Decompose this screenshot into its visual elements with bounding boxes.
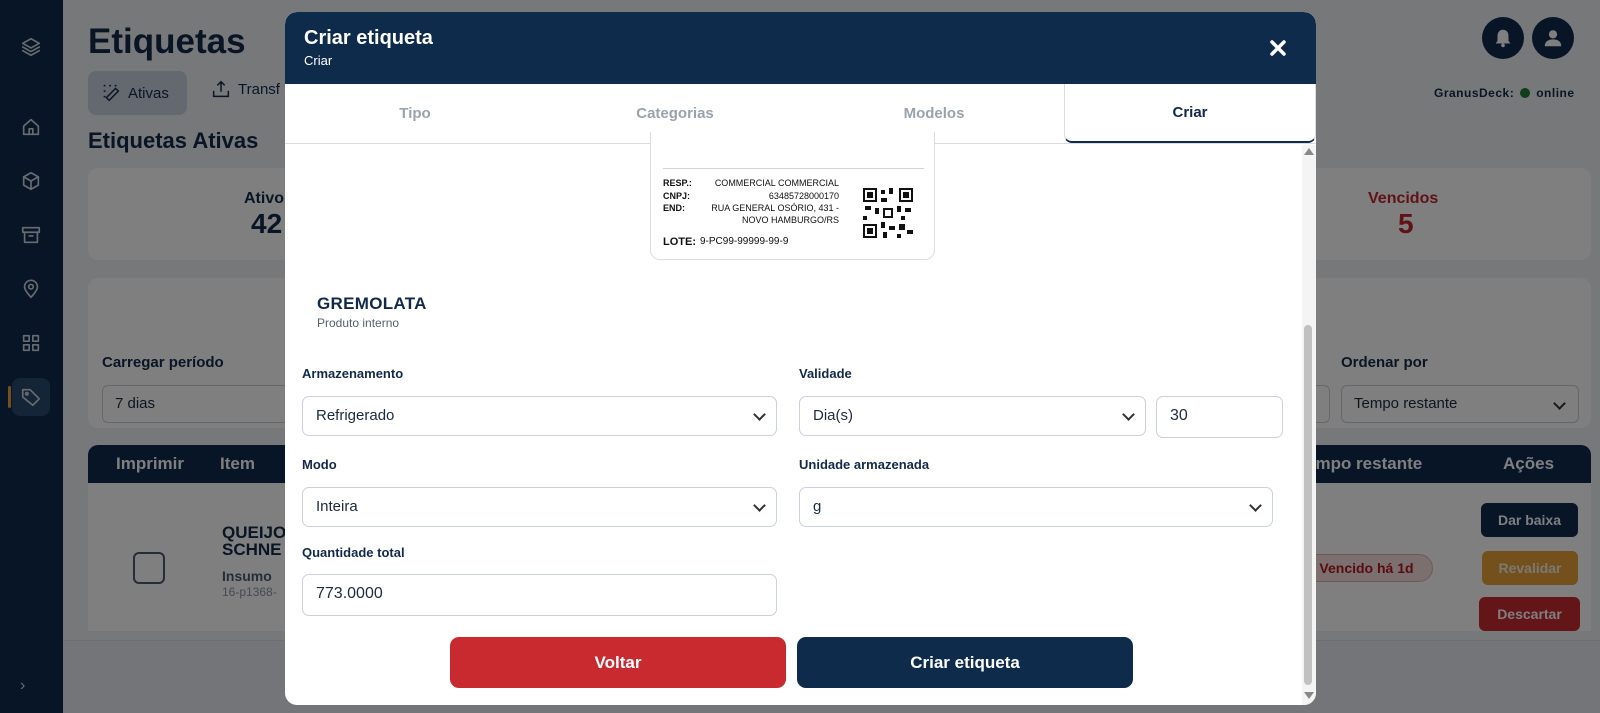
create-label-modal: Criar etiqueta Criar Tipo Categorias Mod… [285, 12, 1316, 705]
close-icon [1270, 40, 1286, 56]
validade-unit-select[interactable]: Dia(s) [799, 396, 1146, 436]
close-button[interactable] [1265, 35, 1291, 61]
voltar-button[interactable]: Voltar [450, 637, 786, 688]
qr-code-icon [863, 188, 913, 238]
unidade-select[interactable]: g [799, 487, 1273, 527]
armazenamento-label: Armazenamento [302, 366, 404, 381]
resp-key: RESP.: [663, 178, 692, 188]
divider [663, 168, 924, 169]
end-value-2: NOVO HAMBURGO/RS [741, 215, 839, 225]
cnpj-value: 63485728000170 [768, 191, 839, 201]
quantidade-input[interactable]: 773.0000 [302, 574, 777, 616]
scroll-up-arrow-icon[interactable] [1304, 148, 1314, 155]
end-key: END: [663, 203, 685, 213]
modo-select[interactable]: Inteira [302, 487, 777, 527]
quantidade-label: Quantidade total [302, 545, 405, 560]
resp-value: COMMERCIAL COMMERCIAL [714, 178, 839, 188]
modal-header: Criar etiqueta Criar [285, 12, 1316, 84]
unidade-label: Unidade armazenada [799, 457, 930, 472]
criar-etiqueta-button[interactable]: Criar etiqueta [797, 637, 1133, 688]
validade-input[interactable]: 30 [1156, 396, 1283, 438]
scrollbar-thumb[interactable] [1304, 325, 1312, 685]
product-name: GREMOLATA [317, 294, 427, 313]
modal-subtitle: Criar [304, 53, 333, 68]
tab-criar[interactable]: Criar [1064, 84, 1316, 143]
armazenamento-select[interactable]: Refrigerado [302, 396, 777, 436]
modo-label: Modo [302, 457, 337, 472]
modal-title: Criar etiqueta [304, 27, 433, 49]
scroll-down-arrow-icon[interactable] [1304, 692, 1314, 699]
end-value-1: RUA GENERAL OSÓRIO, 431 - [711, 203, 839, 213]
validade-label: Validade [799, 366, 852, 381]
lote-value: 9-PC99-99999-99-9 [700, 236, 789, 247]
tab-tipo[interactable]: Tipo [285, 84, 545, 143]
product-type: Produto interno [317, 316, 400, 330]
label-preview: RESP.: COMMERCIAL COMMERCIAL CNPJ: 63485… [650, 132, 935, 260]
cnpj-key: CNPJ: [663, 191, 691, 201]
lote-key: LOTE: [663, 236, 696, 248]
